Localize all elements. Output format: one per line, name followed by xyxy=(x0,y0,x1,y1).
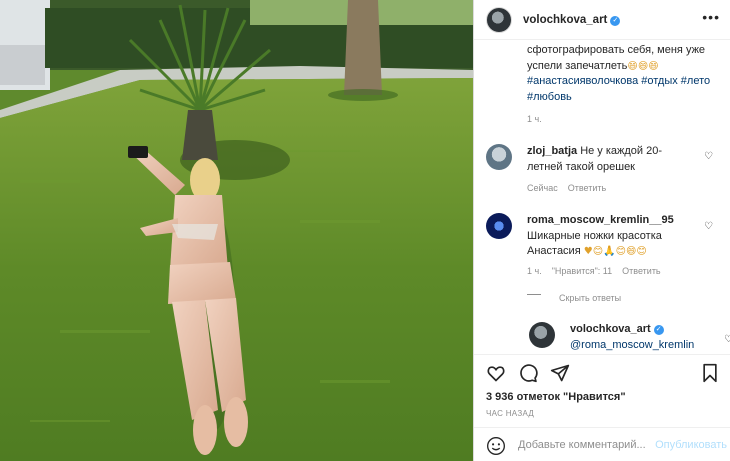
commenter-username[interactable]: zloj_batja xyxy=(527,145,577,157)
comment-time[interactable]: Сейчас xyxy=(527,183,558,193)
comment-emoji: ♥😊🙏😊😄😊 xyxy=(583,246,647,257)
post-time-ago[interactable]: ЧАС НАЗАД xyxy=(486,409,534,418)
commenter-username[interactable]: roma_moscow_kremlin__95 xyxy=(527,214,674,226)
post-header: volochkova_art ✓ ••• xyxy=(474,0,730,40)
reply-item: volochkova_art ✓ @roma_moscow_kremlin ♡ xyxy=(529,322,730,354)
reply-username-text[interactable]: volochkova_art xyxy=(570,323,651,335)
add-comment-input[interactable] xyxy=(518,437,653,453)
commenter-avatar[interactable] xyxy=(486,144,512,170)
emoji-smile-icon[interactable] xyxy=(486,436,506,456)
comments-scroll-area[interactable]: сфотографировать себя, меня уже успели з… xyxy=(474,40,730,354)
bookmark-icon[interactable] xyxy=(700,363,720,383)
comment-like-heart-icon[interactable]: ♡ xyxy=(704,221,713,232)
hashtags-line-1[interactable]: #анастасияволочкова #отдых #лето xyxy=(527,75,710,87)
comment-meta: Сейчас Ответить xyxy=(527,183,616,193)
publish-button[interactable]: Опубликовать xyxy=(655,439,727,451)
comment-likes-count[interactable]: "Нравится": 11 xyxy=(552,266,612,276)
post-caption: сфотографировать себя, меня уже успели з… xyxy=(527,43,722,105)
comment-item: roma_moscow_kremlin__95 Шикарные ножки к… xyxy=(486,213,726,283)
reply-like-heart-icon[interactable]: ♡ xyxy=(724,334,730,345)
comment-like-heart-icon[interactable]: ♡ xyxy=(704,151,713,162)
commenter-avatar[interactable] xyxy=(486,213,512,239)
author-username-text[interactable]: volochkova_art xyxy=(523,14,607,26)
post-panel: volochkova_art ✓ ••• сфотографировать себ… xyxy=(473,0,730,461)
photo-image xyxy=(0,0,473,461)
caption-time[interactable]: 1 ч. xyxy=(527,114,542,124)
post-photo[interactable] xyxy=(0,0,473,461)
likes-count[interactable]: 3 936 отметок "Нравится" xyxy=(486,391,626,403)
author-username[interactable]: volochkova_art ✓ xyxy=(523,14,621,26)
reply-avatar[interactable] xyxy=(529,322,555,348)
reply-button[interactable]: Ответить xyxy=(622,266,660,276)
verified-icon: ✓ xyxy=(653,325,664,335)
reply-button[interactable]: Ответить xyxy=(568,183,606,193)
author-avatar[interactable] xyxy=(486,6,512,33)
post-actions: 3 936 отметок "Нравится" ЧАС НАЗАД Опубл… xyxy=(474,354,730,461)
hashtags-line-2[interactable]: #любовь xyxy=(527,91,572,103)
comment-body: roma_moscow_kremlin__95 Шикарные ножки к… xyxy=(527,213,697,260)
caption-emoji: 😄😄😄 xyxy=(627,60,659,72)
replies-divider xyxy=(527,294,541,295)
reply-body: volochkova_art ✓ @roma_moscow_kremlin xyxy=(570,322,695,353)
caption-line-1: сфотографировать себя, меня уже xyxy=(527,44,706,56)
more-dots-icon[interactable]: ••• xyxy=(702,10,720,24)
reply-username[interactable]: volochkova_art ✓ xyxy=(570,323,664,335)
hide-replies-button[interactable]: Скрыть ответы xyxy=(559,293,621,303)
verified-icon: ✓ xyxy=(610,15,621,26)
reply-mention[interactable]: @roma_moscow_kremlin xyxy=(570,339,694,351)
comment-time[interactable]: 1 ч. xyxy=(527,266,542,276)
comment-item: zloj_batja Не у каждой 20-летней такой о… xyxy=(486,144,726,204)
comment-meta: 1 ч. "Нравится": 11 Ответить xyxy=(527,266,671,276)
like-heart-icon[interactable] xyxy=(486,363,506,383)
add-comment-bar: Опубликовать xyxy=(474,427,730,461)
share-send-icon[interactable] xyxy=(550,363,570,383)
caption-line-2: успели запечатлеть xyxy=(527,59,628,72)
comment-body: zloj_batja Не у каждой 20-летней такой о… xyxy=(527,144,697,175)
comment-bubble-icon[interactable] xyxy=(518,363,538,383)
